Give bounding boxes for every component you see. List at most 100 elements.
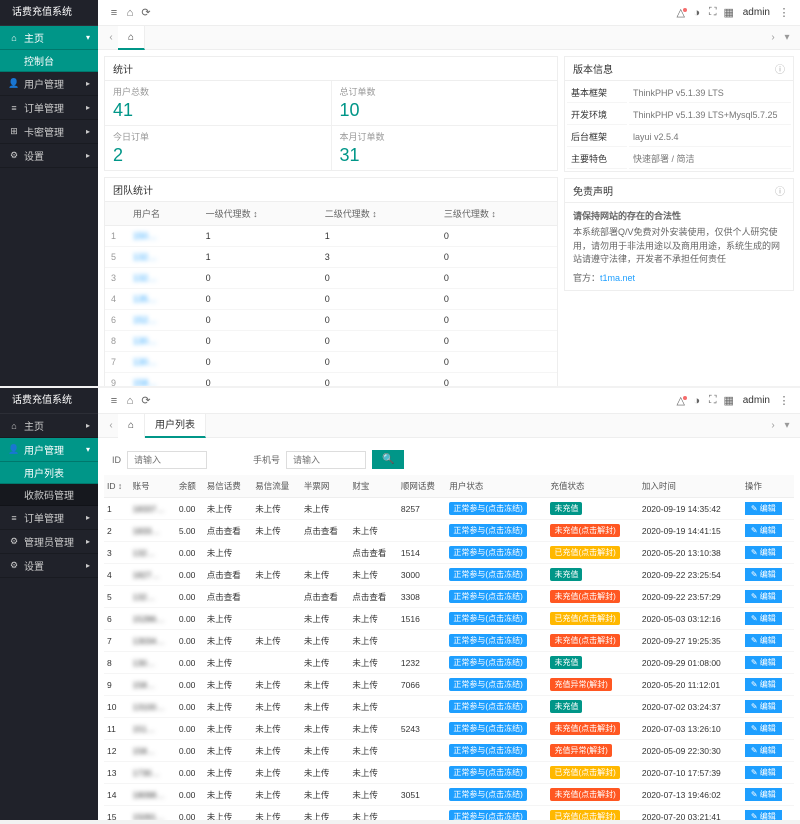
row-user[interactable]: 132… <box>127 247 200 268</box>
search-phone-input[interactable] <box>286 451 366 469</box>
team-col[interactable]: 三级代理数 ↕ <box>438 202 557 226</box>
nav-subitem[interactable]: 收款码管理 <box>0 484 98 506</box>
edit-button[interactable]: ✎ 编辑 <box>745 744 782 757</box>
cell-status1[interactable]: 正常参与(点击冻结) <box>446 498 547 520</box>
team-col[interactable] <box>105 202 127 226</box>
row-user[interactable]: 150… <box>127 226 200 247</box>
edit-button[interactable]: ✎ 编辑 <box>745 612 782 625</box>
row-user[interactable]: 135… <box>127 289 200 310</box>
nav-item[interactable]: ≡订单管理▸ <box>0 96 98 120</box>
row-user[interactable]: 130… <box>127 352 200 373</box>
cell-status1[interactable]: 正常参与(点击冻结) <box>446 718 547 740</box>
row-user[interactable]: 158… <box>127 373 200 387</box>
home-icon[interactable]: ⌂ <box>122 395 138 407</box>
refresh-icon[interactable]: ⟳ <box>138 6 154 19</box>
edit-button[interactable]: ✎ 编辑 <box>745 766 782 779</box>
refresh-icon[interactable]: ⟳ <box>138 394 154 407</box>
cell-status1[interactable]: 正常参与(点击冻结) <box>446 586 547 608</box>
team-col[interactable]: 一级代理数 ↕ <box>200 202 319 226</box>
cell-status2[interactable]: 未充值 <box>547 564 638 586</box>
cell-status2[interactable]: 充值异常(解封) <box>547 674 638 696</box>
user-col[interactable]: ID ↕ <box>104 475 130 498</box>
nav-subitem[interactable]: 控制台 <box>0 50 98 72</box>
home-icon[interactable]: ⌂ <box>122 7 138 19</box>
menu-icon[interactable]: ≡ <box>106 395 122 407</box>
more-icon[interactable]: ⋮ <box>776 394 792 407</box>
cell-status1[interactable]: 正常参与(点击冻结) <box>446 520 547 542</box>
nav-item[interactable]: ⌂主页▾ <box>0 26 98 50</box>
tabs-prev-icon[interactable]: ‹ <box>104 420 118 431</box>
edit-button[interactable]: ✎ 编辑 <box>745 700 782 713</box>
tabs-prev-icon[interactable]: ‹ <box>104 32 118 43</box>
cell-status2[interactable]: 已充值(点击解封) <box>547 608 638 630</box>
cell-status2[interactable]: 已充值(点击解封) <box>547 806 638 821</box>
cell-status2[interactable]: 已充值(点击解封) <box>547 762 638 784</box>
bell-icon[interactable]: △ <box>673 6 689 19</box>
cell-status2[interactable]: 未充值 <box>547 696 638 718</box>
edit-button[interactable]: ✎ 编辑 <box>745 524 782 537</box>
nav-item[interactable]: ⌂主页▸ <box>0 414 98 438</box>
nav-item[interactable]: ⚙设置▸ <box>0 554 98 578</box>
search-id-input[interactable] <box>127 451 207 469</box>
cell-status2[interactable]: 充值异常(解封) <box>547 740 638 762</box>
cell-status1[interactable]: 正常参与(点击冻结) <box>446 784 547 806</box>
edit-button[interactable]: ✎ 编辑 <box>745 590 782 603</box>
nav-item[interactable]: ⊞卡密管理▸ <box>0 120 98 144</box>
bell-icon[interactable]: △ <box>673 394 689 407</box>
expand-icon[interactable]: ⛶ <box>705 394 721 407</box>
menu-icon[interactable]: ≡ <box>106 7 122 19</box>
cell-status1[interactable]: 正常参与(点击冻结) <box>446 630 547 652</box>
cell-status2[interactable]: 未充值 <box>547 498 638 520</box>
cell-status2[interactable]: 未充值(点击解封) <box>547 520 638 542</box>
user-col[interactable]: 余额 <box>176 475 204 498</box>
edit-button[interactable]: ✎ 编辑 <box>745 568 782 581</box>
tab-home[interactable]: ⌂ <box>118 26 145 50</box>
row-user[interactable]: 152… <box>127 310 200 331</box>
cell-status2[interactable]: 未充值 <box>547 652 638 674</box>
cell-status2[interactable]: 未充值(点击解封) <box>547 718 638 740</box>
user-col[interactable]: 易信流量 <box>252 475 301 498</box>
cell-status2[interactable]: 未充值(点击解封) <box>547 630 638 652</box>
edit-button[interactable]: ✎ 编辑 <box>745 788 782 801</box>
cell-status1[interactable]: 正常参与(点击冻结) <box>446 674 547 696</box>
tab-userlist[interactable]: 用户列表 <box>145 414 206 438</box>
nav-subitem[interactable]: 用户列表 <box>0 462 98 484</box>
notice-link[interactable]: t1ma.net <box>600 273 635 283</box>
skin-icon[interactable]: ◑ <box>689 7 705 19</box>
edit-button[interactable]: ✎ 编辑 <box>745 546 782 559</box>
tabs-next-icon[interactable]: › <box>766 32 780 43</box>
cell-status1[interactable]: 正常参与(点击冻结) <box>446 762 547 784</box>
user-col[interactable]: 充值状态 <box>547 475 638 498</box>
nav-item[interactable]: ⚙设置▸ <box>0 144 98 168</box>
cell-status1[interactable]: 正常参与(点击冻结) <box>446 740 547 762</box>
cell-status1[interactable]: 正常参与(点击冻结) <box>446 564 547 586</box>
info-icon[interactable]: ⓘ <box>775 183 785 198</box>
cell-status1[interactable]: 正常参与(点击冻结) <box>446 806 547 821</box>
row-user[interactable]: 130… <box>127 331 200 352</box>
nav-item[interactable]: 👤用户管理▾ <box>0 438 98 462</box>
edit-button[interactable]: ✎ 编辑 <box>745 502 782 515</box>
skin-icon[interactable]: ◑ <box>689 395 705 407</box>
edit-button[interactable]: ✎ 编辑 <box>745 810 782 820</box>
nav-item[interactable]: ≡订单管理▸ <box>0 506 98 530</box>
tabs-menu-icon[interactable]: ▾ <box>780 420 794 431</box>
user-label[interactable]: admin <box>743 7 770 18</box>
row-user[interactable]: 132… <box>127 268 200 289</box>
expand-icon[interactable]: ⛶ <box>705 6 721 19</box>
cell-status1[interactable]: 正常参与(点击冻结) <box>446 696 547 718</box>
grid-icon[interactable]: ▦ <box>721 6 737 19</box>
user-col[interactable]: 半票网 <box>301 475 350 498</box>
edit-button[interactable]: ✎ 编辑 <box>745 722 782 735</box>
user-col[interactable]: 操作 <box>742 475 794 498</box>
team-col[interactable]: 二级代理数 ↕ <box>319 202 438 226</box>
user-label[interactable]: admin <box>743 395 770 406</box>
team-col[interactable]: 用户名 <box>127 202 200 226</box>
user-col[interactable]: 财宝 <box>349 475 398 498</box>
user-col[interactable]: 用户状态 <box>446 475 547 498</box>
grid-icon[interactable]: ▦ <box>721 394 737 407</box>
cell-status1[interactable]: 正常参与(点击冻结) <box>446 652 547 674</box>
cell-status1[interactable]: 正常参与(点击冻结) <box>446 608 547 630</box>
cell-status1[interactable]: 正常参与(点击冻结) <box>446 542 547 564</box>
user-col[interactable]: 顺网话费 <box>398 475 447 498</box>
tabs-next-icon[interactable]: › <box>766 420 780 431</box>
